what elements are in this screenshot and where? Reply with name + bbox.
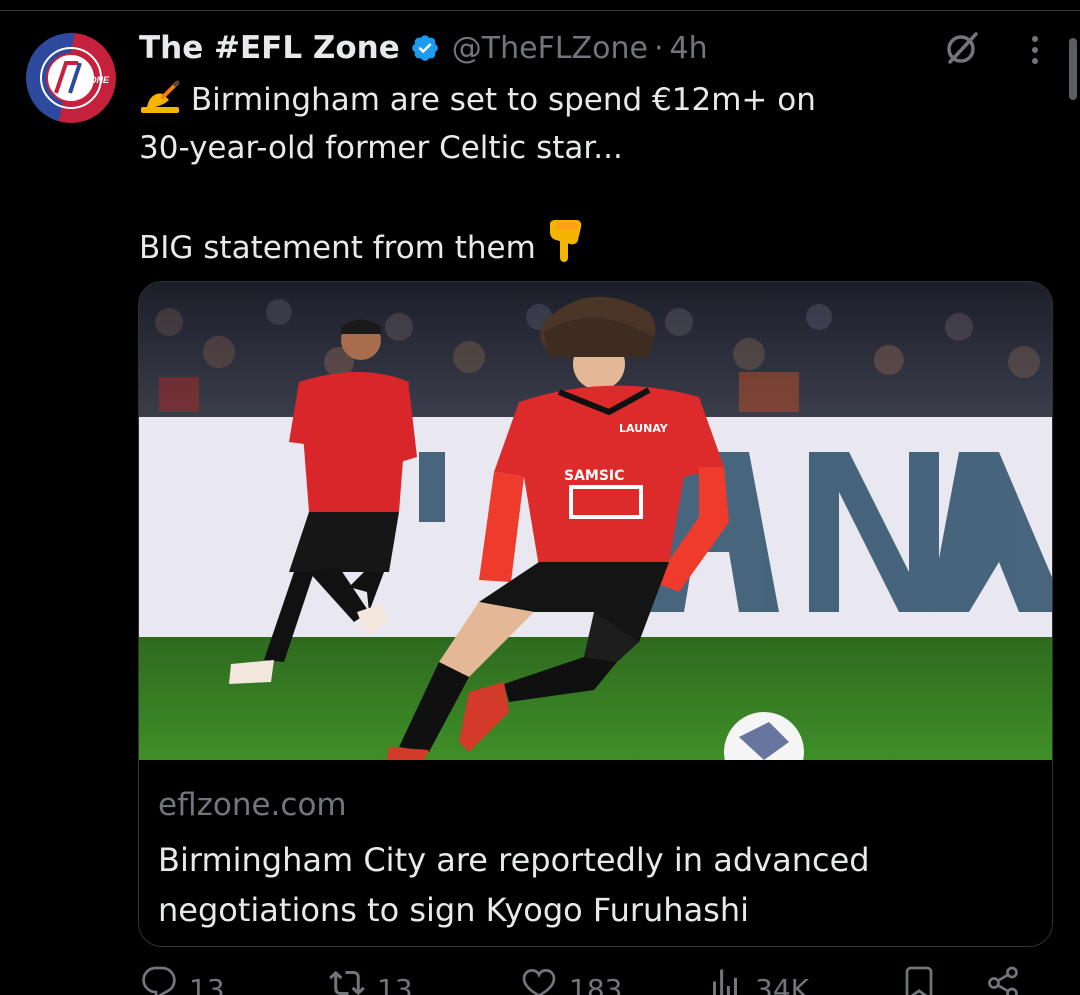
tweet-text-line1: Birmingham are set to spend €12m+ on: [190, 82, 816, 118]
share-button[interactable]: [985, 965, 1021, 995]
link-card[interactable]: SAMSIC LAUNAY eflzone.com Birmingham Cit…: [138, 281, 1053, 947]
reply-button[interactable]: 13: [141, 965, 225, 995]
separator-dot: ·: [653, 30, 664, 66]
views-icon: [707, 965, 743, 995]
views-count: 34K: [755, 973, 809, 995]
tweet-text-line3: BIG statement from them: [139, 230, 536, 266]
views-button[interactable]: 34K: [707, 965, 809, 995]
tweet-text: Birmingham are set to spend €12m+ on 30-…: [139, 76, 1039, 268]
bookmark-icon: [901, 965, 937, 995]
timestamp[interactable]: 4h: [669, 31, 707, 66]
like-icon: [521, 965, 557, 995]
tweet-text-line2: 30-year-old former Celtic star...: [139, 130, 623, 166]
photo-sponsor-chest: SAMSIC: [564, 468, 624, 484]
pointing-down-emoji: [546, 220, 584, 278]
efl-zone-logo: ZONE: [40, 47, 110, 109]
avatar[interactable]: ZONE: [26, 33, 116, 123]
card-domain[interactable]: eflzone.com: [158, 787, 347, 823]
svg-text:ZONE: ZONE: [83, 75, 110, 85]
card-title[interactable]: Birmingham City are reportedly in advanc…: [158, 835, 1028, 935]
repost-button[interactable]: 13: [329, 965, 413, 995]
author-name[interactable]: The #EFL Zone: [139, 30, 400, 66]
like-count: 183: [569, 973, 623, 995]
repost-icon: [329, 965, 365, 995]
grok-icon[interactable]: [942, 28, 982, 68]
repost-count: 13: [377, 973, 413, 995]
reply-icon: [141, 965, 177, 995]
tweet-header: The #EFL Zone @TheFLZone · 4h: [139, 26, 708, 70]
like-button[interactable]: 183: [521, 965, 622, 995]
scrollbar[interactable]: [1069, 38, 1077, 100]
more-icon[interactable]: [1020, 32, 1050, 68]
bookmark-button[interactable]: [901, 965, 937, 995]
action-bar: 13 13 183 34K: [139, 965, 1039, 995]
card-photo[interactable]: SAMSIC LAUNAY: [139, 282, 1053, 760]
tweet-line-1: Birmingham are set to spend €12m+ on: [139, 76, 1039, 124]
photo-sponsor-collar: LAUNAY: [619, 422, 669, 435]
verified-badge-icon: [410, 33, 440, 63]
author-handle[interactable]: @TheFLZone: [452, 31, 648, 66]
share-icon: [985, 965, 1021, 995]
tweet-line-3: BIG statement from them: [139, 220, 1039, 268]
reply-count: 13: [189, 973, 225, 995]
top-divider: [0, 10, 1080, 11]
writing-hand-emoji: [139, 80, 181, 130]
